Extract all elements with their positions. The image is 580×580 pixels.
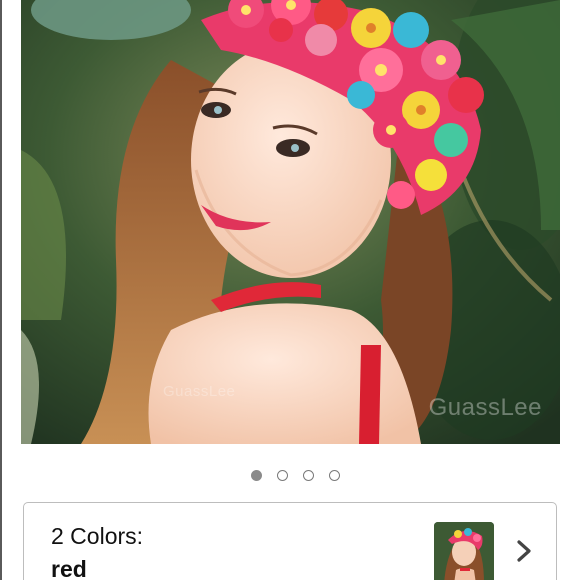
color-variation-selector[interactable]: 2 Colors: red <box>23 502 557 580</box>
product-photo <box>21 0 560 444</box>
variation-selected-value: red <box>51 556 87 580</box>
variation-thumbnail-image <box>434 522 494 580</box>
carousel-dot-4[interactable] <box>328 470 340 481</box>
carousel-dot-2[interactable] <box>276 470 288 481</box>
watermark: GuassLee <box>428 394 542 421</box>
carousel-dot-1[interactable] <box>250 470 262 481</box>
carousel-dot-3[interactable] <box>302 470 314 481</box>
variation-label: 2 Colors: <box>51 523 144 549</box>
product-image[interactable]: GuassLee GuassLee <box>21 0 560 444</box>
edge-divider <box>0 0 2 580</box>
product-page: GuassLee GuassLee 2 Colors: red <box>0 0 580 580</box>
variation-thumbnail <box>434 522 494 580</box>
carousel-indicator <box>0 470 580 481</box>
watermark-small: GuassLee <box>163 383 236 400</box>
chevron-right-icon[interactable] <box>514 539 534 563</box>
